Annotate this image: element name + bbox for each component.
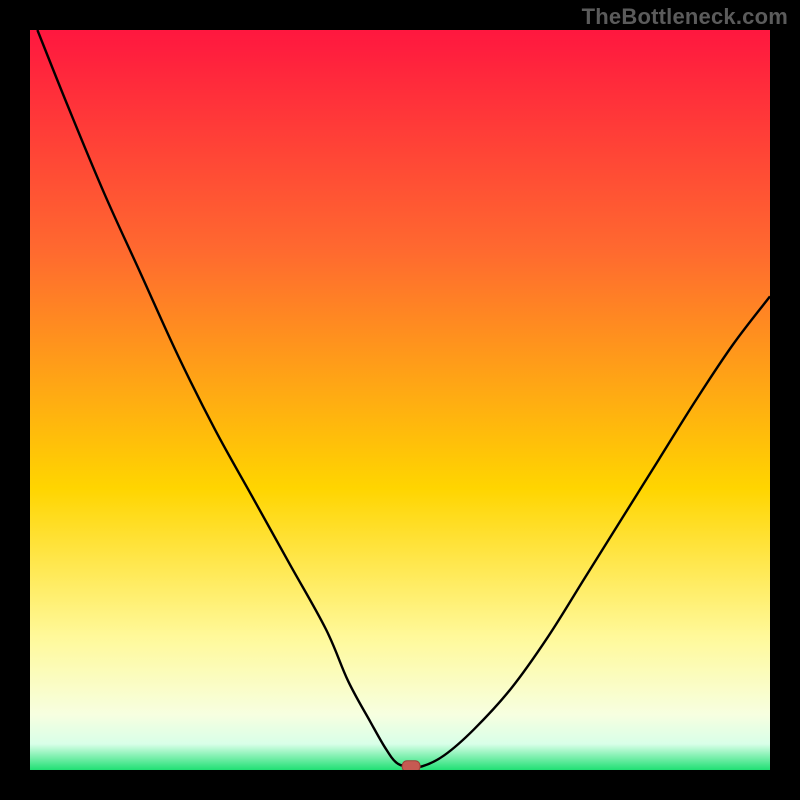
plot-area [30,30,770,770]
optimal-point-marker [402,761,420,770]
plot-svg [30,30,770,770]
watermark-text: TheBottleneck.com [582,4,788,30]
chart-stage: TheBottleneck.com [0,0,800,800]
gradient-background [30,30,770,770]
